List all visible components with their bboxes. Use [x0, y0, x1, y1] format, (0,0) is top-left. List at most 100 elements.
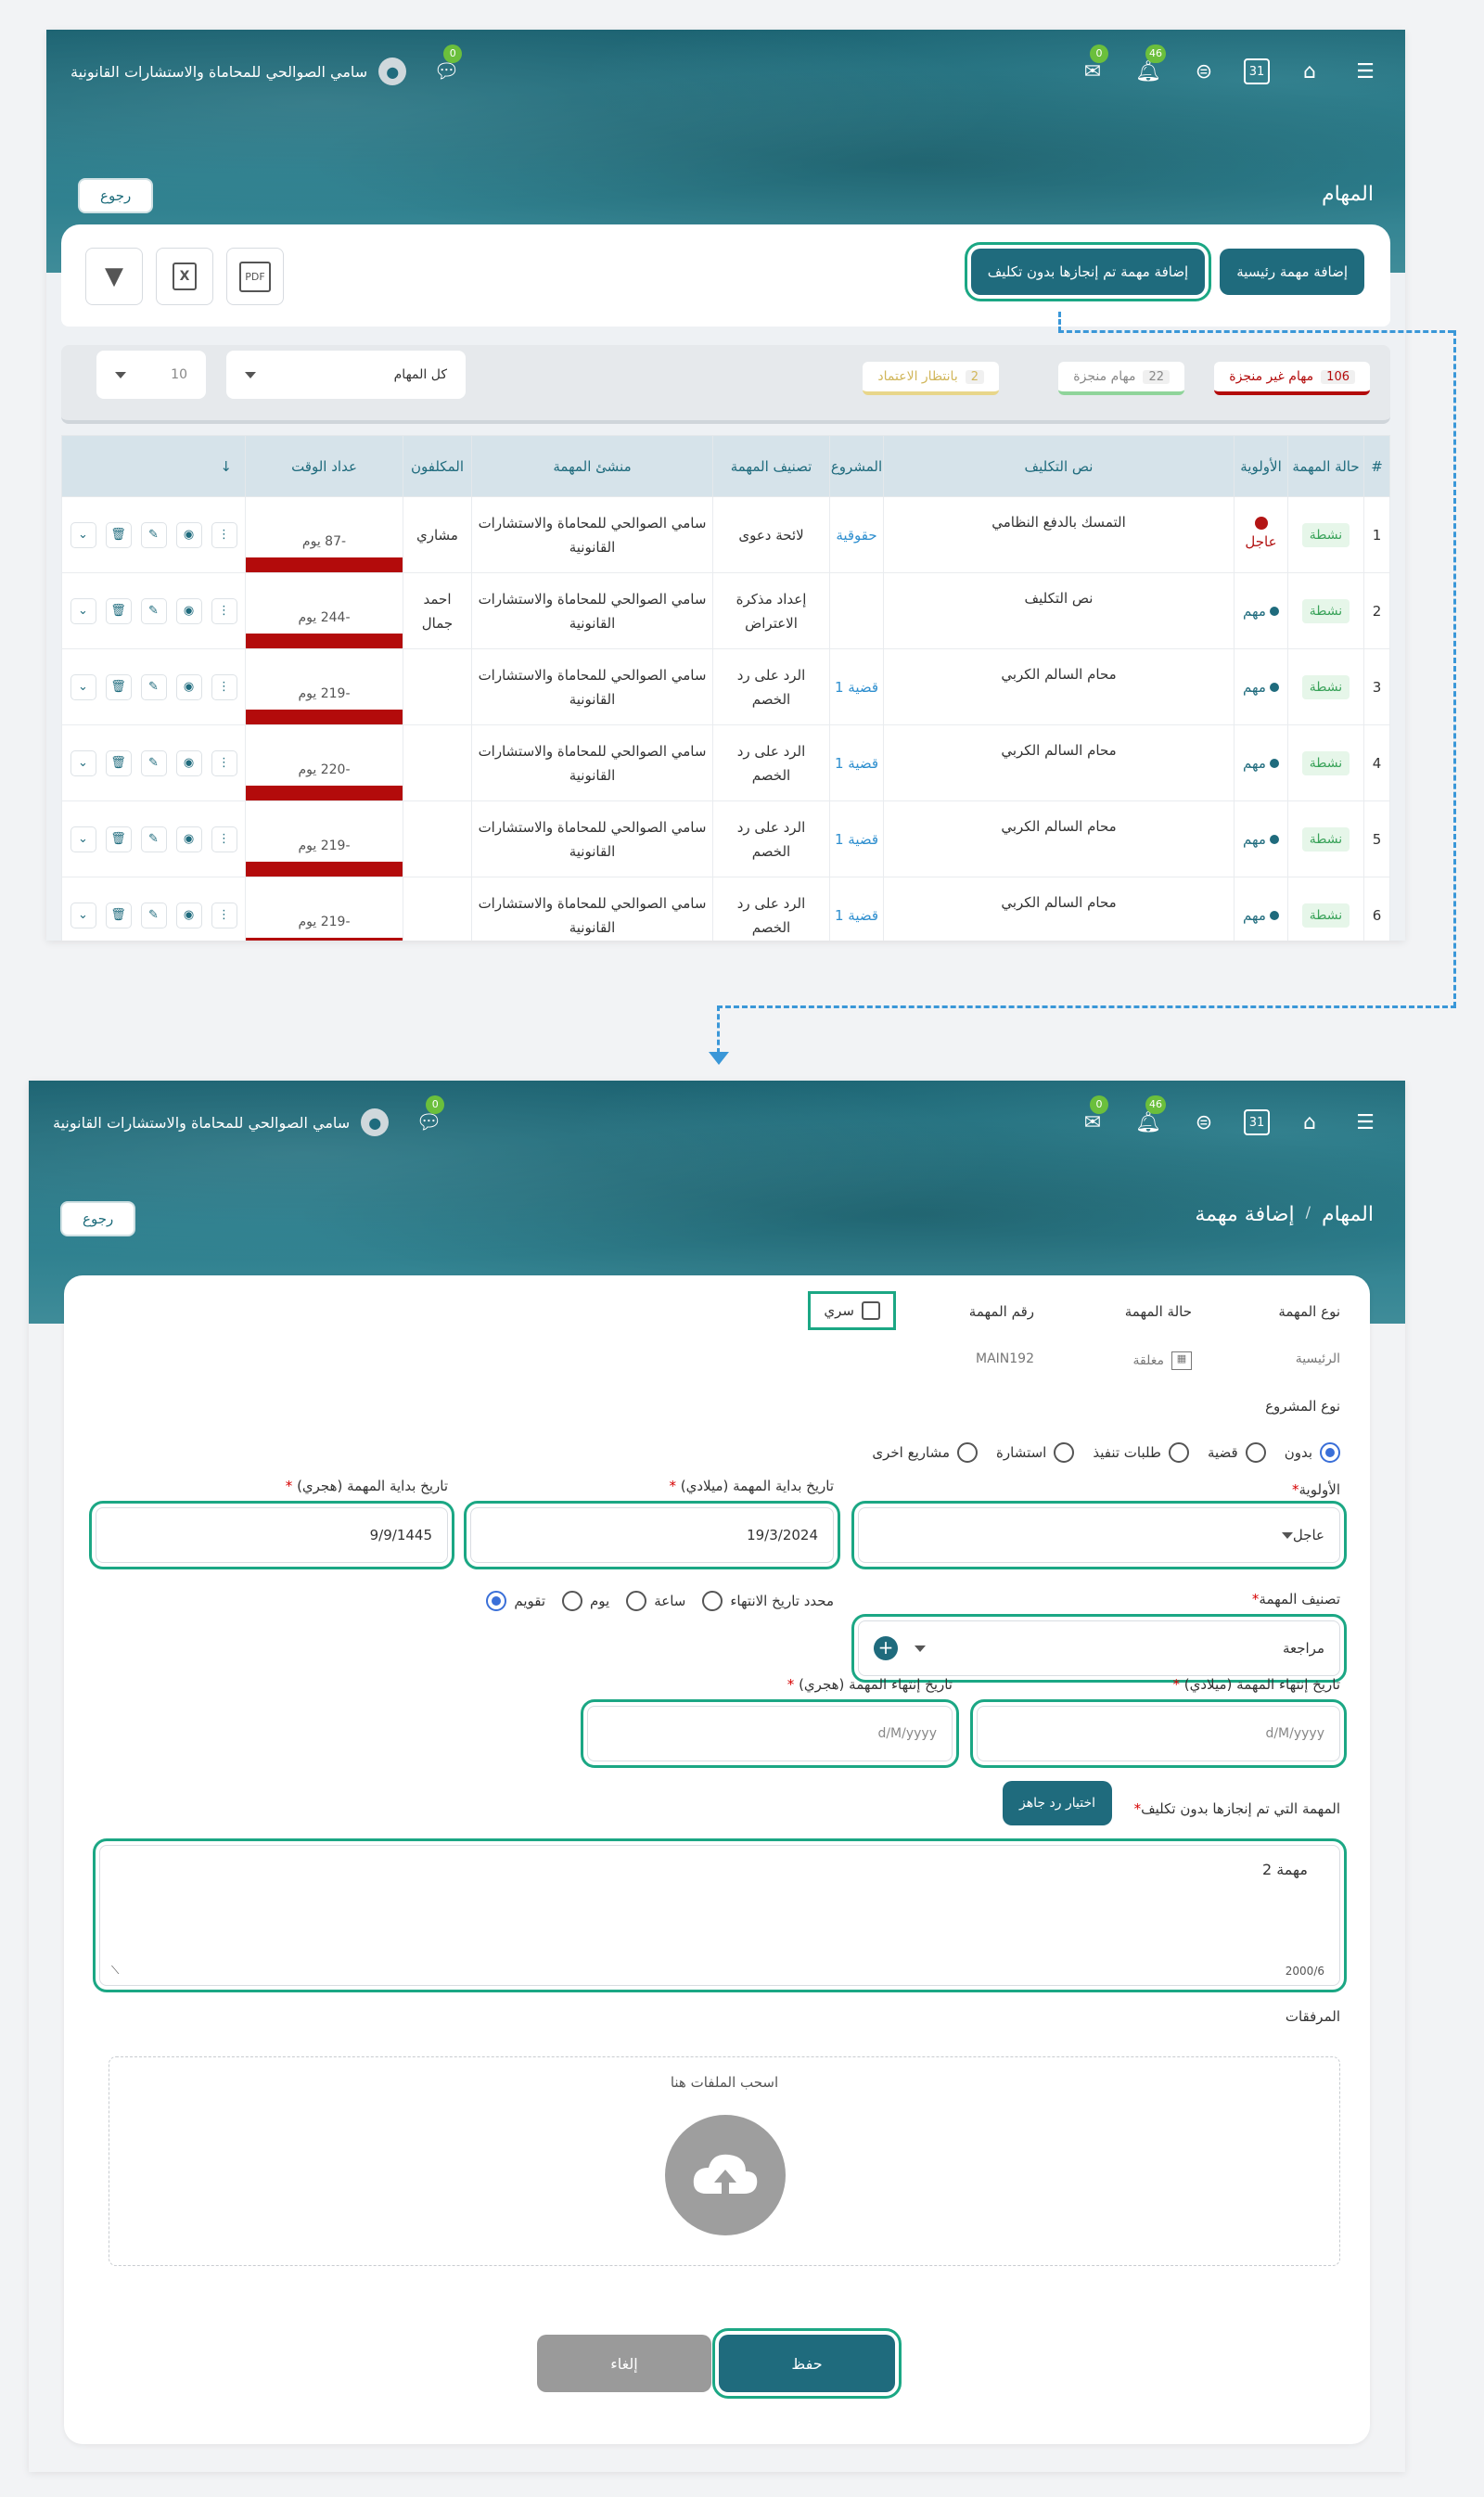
- menu-icon[interactable]: ☰: [1350, 1107, 1381, 1138]
- more-icon[interactable]: ⋮: [211, 902, 237, 928]
- breadcrumb-root[interactable]: المهام: [1322, 1203, 1374, 1226]
- more-icon[interactable]: ⋮: [211, 521, 237, 548]
- chevron-down-icon[interactable]: ⌄: [70, 826, 96, 852]
- tab-awaiting-approval[interactable]: 2 بانتظار الاعتماد: [863, 362, 999, 395]
- edit-icon[interactable]: ✎: [140, 826, 167, 852]
- priority-select[interactable]: عاجل: [851, 1501, 1347, 1569]
- more-icon[interactable]: ⋮: [211, 673, 237, 700]
- upload-cloud-icon[interactable]: [665, 2115, 786, 2235]
- add-main-task-button[interactable]: إضافة مهمة رئيسية: [1220, 249, 1364, 295]
- cell-text[interactable]: محام السالم الكربي: [883, 800, 1235, 877]
- filter-button[interactable]: ▼: [85, 248, 143, 305]
- category-select[interactable]: مراجعة +: [851, 1614, 1347, 1683]
- done-task-textarea[interactable]: مهمة 2 ⟋ 2000/6: [93, 1838, 1347, 1992]
- menu-icon[interactable]: ☰: [1350, 56, 1381, 87]
- radio-case[interactable]: قضية: [1208, 1442, 1266, 1463]
- calendar-icon[interactable]: 31: [1244, 58, 1270, 84]
- cell-text[interactable]: محام السالم الكربي: [883, 877, 1235, 941]
- delete-icon[interactable]: 🗑︎: [105, 673, 132, 700]
- cell-text[interactable]: محام السالم الكربي: [883, 648, 1235, 725]
- page-size-select[interactable]: 10: [96, 351, 206, 399]
- cancel-button[interactable]: إلغاء: [537, 2335, 711, 2392]
- sort-arrow-icon[interactable]: ↓: [220, 458, 232, 475]
- tasks-filter-select[interactable]: كل المهام: [226, 351, 466, 399]
- chevron-down-icon[interactable]: ⌄: [70, 902, 96, 928]
- cell-project[interactable]: حقوقية: [829, 496, 884, 573]
- table-row[interactable]: 1 نشطة عاجل التمسك بالدفع النظامي حقوقية لائح…: [61, 496, 1390, 573]
- cell-project[interactable]: قضية 1: [829, 800, 884, 877]
- table-row[interactable]: 6 نشطة مهم محام السالم الكربي قضية 1 الرد على…: [61, 877, 1390, 941]
- chat-icon[interactable]: 💬︎ 0: [413, 1095, 445, 1138]
- home-icon[interactable]: ⌂: [1294, 1107, 1325, 1138]
- toggle-icon[interactable]: ⊜: [1188, 1107, 1220, 1138]
- firm-brand[interactable]: ● سامي الصوالحي للمحاماة والاستشارات الق…: [70, 58, 407, 85]
- cell-project[interactable]: قضية 1: [829, 724, 884, 801]
- back-button[interactable]: رجوع: [78, 178, 154, 213]
- view-icon[interactable]: ◉: [175, 749, 202, 776]
- end-hijri-input[interactable]: d/M/yyyy: [581, 1699, 959, 1768]
- radio-calendar[interactable]: تقويم: [486, 1591, 545, 1611]
- start-greg-input[interactable]: 19/3/2024: [464, 1501, 840, 1569]
- bell-icon[interactable]: 🔔︎ 46: [1132, 1095, 1166, 1138]
- more-icon[interactable]: ⋮: [211, 597, 237, 624]
- ready-reply-button[interactable]: اختيار رد جاهز: [1003, 1781, 1112, 1825]
- radio-consultation[interactable]: استشارة: [996, 1442, 1075, 1463]
- cell-text[interactable]: محام السالم الكربي: [883, 724, 1235, 801]
- edit-icon[interactable]: ✎: [140, 902, 167, 928]
- edit-icon[interactable]: ✎: [140, 673, 167, 700]
- chat-icon[interactable]: 💬︎ 0: [430, 45, 463, 87]
- view-icon[interactable]: ◉: [175, 521, 202, 548]
- tab-pending-tasks[interactable]: 106 مهام غير منجزة: [1214, 362, 1370, 395]
- save-button[interactable]: حفظ: [712, 2328, 902, 2399]
- view-icon[interactable]: ◉: [175, 673, 202, 700]
- pdf-export-button[interactable]: PDF: [226, 248, 284, 305]
- radio-execution[interactable]: طلبات تنفيذ: [1093, 1442, 1189, 1463]
- add-completed-task-button[interactable]: إضافة مهمة تم إنجازها بدون تكليف: [964, 242, 1212, 301]
- radio-other[interactable]: مشاريع اخرى: [872, 1442, 979, 1463]
- delete-icon[interactable]: 🗑︎: [105, 902, 132, 928]
- start-hijri-input[interactable]: 9/9/1445: [89, 1501, 454, 1569]
- resize-handle-icon[interactable]: ⟋: [111, 1964, 119, 1978]
- cell-project[interactable]: [829, 572, 884, 649]
- chevron-down-icon[interactable]: ⌄: [70, 597, 96, 624]
- home-icon[interactable]: ⌂: [1294, 56, 1325, 87]
- calendar-icon[interactable]: 31: [1244, 1109, 1270, 1135]
- cell-text[interactable]: نص التكليف: [883, 572, 1235, 649]
- add-category-icon[interactable]: +: [874, 1636, 898, 1660]
- messages-icon[interactable]: ✉ 0: [1077, 1095, 1108, 1138]
- toggle-icon[interactable]: ⊜: [1188, 56, 1220, 87]
- firm-brand[interactable]: ● سامي الصوالحي للمحاماة والاستشارات الق…: [53, 1108, 390, 1136]
- table-row[interactable]: 2 نشطة مهم نص التكليف إعداد مذكرة الاعتراض سا…: [61, 572, 1390, 649]
- bell-icon[interactable]: 🔔︎ 46: [1132, 45, 1166, 87]
- chevron-down-icon[interactable]: ⌄: [70, 521, 96, 548]
- col-timer[interactable]: عداد الوقت: [245, 435, 403, 497]
- delete-icon[interactable]: 🗑︎: [105, 597, 132, 624]
- radio-hour[interactable]: ساعة: [626, 1591, 685, 1611]
- excel-export-button[interactable]: X: [156, 248, 213, 305]
- edit-icon[interactable]: ✎: [140, 749, 167, 776]
- view-icon[interactable]: ◉: [175, 597, 202, 624]
- more-icon[interactable]: ⋮: [211, 826, 237, 852]
- more-icon[interactable]: ⋮: [211, 749, 237, 776]
- cell-project[interactable]: قضية 1: [829, 877, 884, 941]
- chevron-down-icon[interactable]: ⌄: [70, 749, 96, 776]
- secret-checkbox[interactable]: سري: [808, 1291, 896, 1330]
- chevron-down-icon[interactable]: ⌄: [70, 673, 96, 700]
- edit-icon[interactable]: ✎: [140, 521, 167, 548]
- table-row[interactable]: 4 نشطة مهم محام السالم الكربي قضية 1 الرد على…: [61, 724, 1390, 801]
- back-button[interactable]: رجوع: [60, 1201, 136, 1236]
- delete-icon[interactable]: 🗑︎: [105, 749, 132, 776]
- file-dropzone[interactable]: اسحب الملفات هنا: [109, 2056, 1340, 2266]
- table-row[interactable]: 3 نشطة مهم محام السالم الكربي قضية 1 الرد على…: [61, 648, 1390, 725]
- delete-icon[interactable]: 🗑︎: [105, 521, 132, 548]
- radio-none[interactable]: بدون: [1285, 1442, 1340, 1463]
- cell-project[interactable]: قضية 1: [829, 648, 884, 725]
- tab-completed-tasks[interactable]: 22 مهام منجزة: [1058, 362, 1184, 395]
- radio-fixed-end[interactable]: محدد تاريخ الانتهاء: [702, 1591, 834, 1611]
- delete-icon[interactable]: 🗑︎: [105, 826, 132, 852]
- view-icon[interactable]: ◉: [175, 902, 202, 928]
- cell-text[interactable]: التمسك بالدفع النظامي: [883, 496, 1235, 573]
- table-row[interactable]: 5 نشطة مهم محام السالم الكربي قضية 1 الرد على…: [61, 800, 1390, 877]
- messages-icon[interactable]: ✉ 0: [1077, 45, 1108, 87]
- end-greg-input[interactable]: d/M/yyyy: [970, 1699, 1347, 1768]
